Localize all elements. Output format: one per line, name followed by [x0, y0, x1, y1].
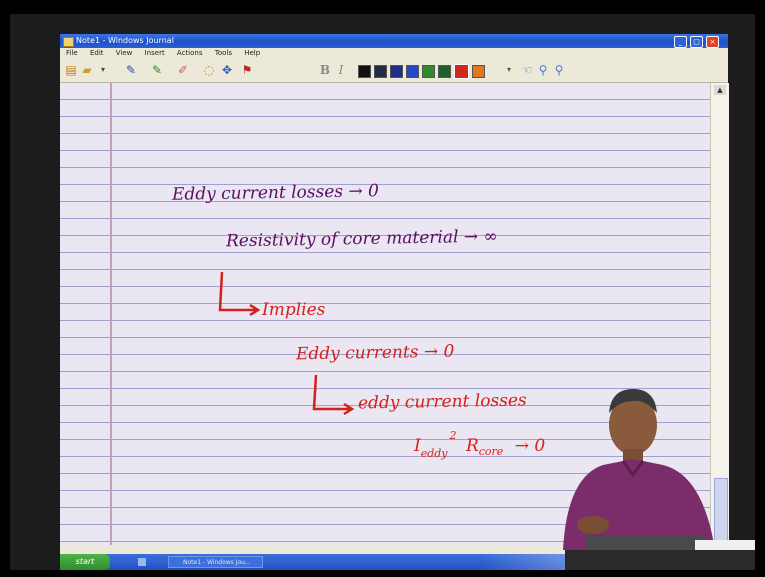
zoom-in-icon[interactable]: ⚲	[536, 63, 550, 77]
formula-current-sub: eddy	[420, 447, 448, 460]
presenter-image	[563, 389, 755, 570]
maximize-button[interactable]: □	[690, 36, 703, 48]
pen-color-dark-blue[interactable]	[390, 65, 403, 78]
zoom-out-icon[interactable]: ⚲	[552, 63, 566, 77]
journal-app-icon	[63, 37, 74, 47]
pen-color-orange[interactable]	[472, 65, 485, 78]
note-line-eddy-currents: Eddy currents → 0	[295, 341, 455, 365]
menu-help[interactable]: Help	[244, 49, 260, 57]
formula-resistance: R	[465, 436, 479, 456]
menu-file[interactable]: File	[66, 49, 78, 57]
menu-bar: File Edit View Insert Actions Tools Help	[60, 48, 728, 58]
note-line-eddy-current-losses: eddy current losses	[357, 390, 527, 414]
title-bar[interactable]: Note1 - Windows Journal _ □ ×	[60, 34, 728, 48]
implies-arrow-icon	[218, 271, 261, 317]
formula-resistance-sub: core	[478, 445, 504, 458]
dropdown-icon[interactable]: ▾	[96, 63, 110, 77]
start-button[interactable]: start	[60, 554, 110, 570]
note-line-eddy-losses: Eddy current losses → 0	[171, 181, 380, 205]
menu-tools[interactable]: Tools	[215, 49, 232, 57]
pen-color-dark-green[interactable]	[438, 65, 451, 78]
lasso-icon[interactable]: ◌	[202, 63, 216, 77]
quick-launch-icon[interactable]	[138, 558, 146, 566]
note-line-formula: Ieddy2 Rcore → 0	[414, 429, 545, 460]
taskbar-item-journal[interactable]: Note1 - Windows Jou...	[168, 556, 263, 568]
pen-icon[interactable]: ✎	[124, 63, 138, 77]
insert-space-icon[interactable]: ✥	[220, 63, 234, 77]
open-folder-icon[interactable]: ▰	[80, 63, 94, 77]
bold-button[interactable]: B	[318, 63, 332, 77]
italic-button[interactable]: I	[334, 63, 348, 77]
more-colors-icon[interactable]: ▾	[502, 63, 516, 77]
pen-color-red-selected[interactable]	[454, 64, 469, 79]
menu-insert[interactable]: Insert	[145, 49, 165, 57]
menu-edit[interactable]: Edit	[90, 49, 104, 57]
window-title: Note1 - Windows Journal	[76, 36, 174, 45]
pen-color-navy[interactable]	[374, 65, 387, 78]
formula-limit: → 0	[514, 436, 546, 456]
minimize-button[interactable]: _	[674, 36, 687, 48]
hand-icon[interactable]: ☜	[520, 63, 534, 77]
pen-color-green[interactable]	[422, 65, 435, 78]
new-note-icon[interactable]: ▤	[64, 63, 78, 77]
note-line-implies: Implies	[262, 300, 326, 320]
toolbar: ▤ ▰ ▾ ✎ ✎ ✐ ◌ ✥ ⚑ B I ▾ ☜ ⚲ ⚲	[60, 58, 728, 83]
menu-view[interactable]: View	[116, 49, 133, 57]
pen-color-blue[interactable]	[406, 65, 419, 78]
formula-current: I	[414, 436, 421, 456]
close-button[interactable]: ×	[706, 36, 719, 48]
page-margin-line	[110, 83, 112, 545]
pen-color-black[interactable]	[358, 65, 371, 78]
then-arrow-icon	[312, 374, 355, 416]
scroll-up-icon[interactable]: ▲	[714, 85, 726, 95]
eraser-icon[interactable]: ✐	[176, 63, 190, 77]
highlighter-icon[interactable]: ✎	[150, 63, 164, 77]
formula-square: 2	[449, 429, 457, 442]
menu-actions[interactable]: Actions	[177, 49, 203, 57]
flag-icon[interactable]: ⚑	[240, 63, 254, 77]
